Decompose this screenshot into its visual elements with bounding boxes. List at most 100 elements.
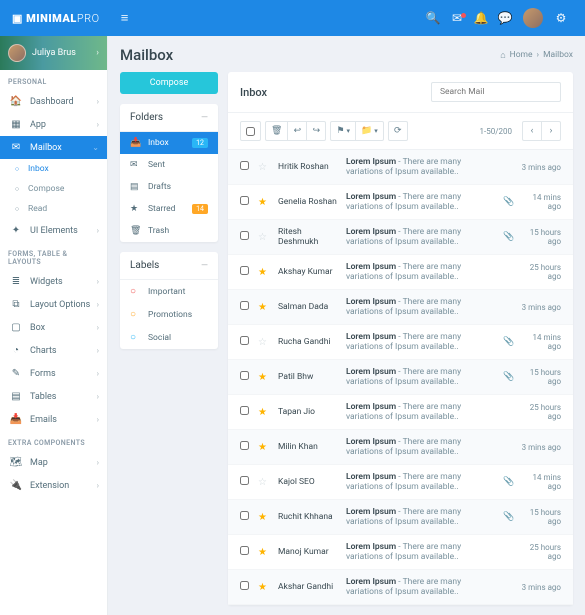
row-checkbox[interactable] xyxy=(240,266,250,278)
nav-layout-options[interactable]: ⧉Layout Options› xyxy=(0,293,107,316)
message-preview: Lorem Ipsum - There are many variations … xyxy=(346,367,495,387)
star-icon[interactable]: ☆ xyxy=(258,477,270,488)
collapse-icon[interactable]: — xyxy=(201,261,208,271)
refresh-icon: ⟳ xyxy=(394,126,402,136)
mail-row[interactable]: ☆Ritesh DeshmukhLorem Ipsum - There are … xyxy=(228,220,573,255)
caret-down-icon: ▾ xyxy=(347,127,351,135)
row-checkbox[interactable] xyxy=(240,476,250,488)
star-icon[interactable]: ★ xyxy=(258,547,270,558)
folder-sent[interactable]: ✉Sent xyxy=(120,154,218,176)
flag-menu[interactable]: ⚑▾ xyxy=(330,121,356,141)
nav-forms[interactable]: ✎Forms› xyxy=(0,362,107,385)
row-checkbox[interactable] xyxy=(240,546,250,558)
nav-charts[interactable]: ◔Charts› xyxy=(0,339,107,362)
trash-icon: 🗑 xyxy=(271,126,282,136)
nav-section-extra: EXTRA COMPONENTS xyxy=(0,431,107,451)
row-checkbox[interactable] xyxy=(240,336,250,348)
mail-row[interactable]: ★Milin KhanLorem Ipsum - There are many … xyxy=(228,430,573,465)
mail-row[interactable]: ☆Hritik RoshanLorem Ipsum - There are ma… xyxy=(228,150,573,185)
nav-ui-elements[interactable]: ✦UI Elements› xyxy=(0,219,107,242)
mail-row[interactable]: ★Patil BhwLorem Ipsum - There are many v… xyxy=(228,360,573,395)
folder-inbox[interactable]: 📥Inbox12 xyxy=(120,132,218,154)
star-icon[interactable]: ★ xyxy=(258,512,270,523)
folder-starred[interactable]: ★Starred14 xyxy=(120,198,218,220)
label-social[interactable]: ○Social xyxy=(120,326,218,349)
star-icon[interactable]: ★ xyxy=(258,582,270,593)
reply-button[interactable]: ↩ xyxy=(287,121,307,141)
mail-row[interactable]: ★Ruchit KhhanaLorem Ipsum - There are ma… xyxy=(228,500,573,535)
star-icon[interactable]: ☆ xyxy=(258,232,270,243)
user-avatar[interactable] xyxy=(523,8,543,28)
sender: Rucha Gandhi xyxy=(278,337,338,347)
label-promotions[interactable]: ○Promotions xyxy=(120,303,218,326)
star-icon[interactable]: ★ xyxy=(258,407,270,418)
folder-drafts[interactable]: ▤Drafts xyxy=(120,176,218,198)
page-info: 1-50/200 xyxy=(480,127,513,136)
star-icon[interactable]: ★ xyxy=(258,372,270,383)
sidebar-user[interactable]: Juliya Brus › xyxy=(0,36,107,70)
bell-icon[interactable]: 🔔 xyxy=(469,11,493,25)
chat-icon[interactable]: 💬 xyxy=(493,11,517,25)
compose-button[interactable]: Compose xyxy=(120,72,218,94)
mail-row[interactable]: ★Genelia RoshanLorem Ipsum - There are m… xyxy=(228,185,573,220)
search-input[interactable] xyxy=(431,82,561,102)
gauge-icon: 🏠 xyxy=(8,96,24,107)
star-icon[interactable]: ☆ xyxy=(258,337,270,348)
nav-mailbox-compose[interactable]: ○Compose xyxy=(0,179,107,199)
row-checkbox[interactable] xyxy=(240,196,250,208)
gear-icon[interactable]: ⚙ xyxy=(549,11,573,25)
mail-row[interactable]: ★Salman DadaLorem Ipsum - There are many… xyxy=(228,290,573,325)
star-icon[interactable]: ★ xyxy=(258,197,270,208)
nav-mailbox-inbox[interactable]: ○Inbox xyxy=(0,159,107,179)
nav-app[interactable]: ▦App› xyxy=(0,113,107,136)
forward-button[interactable]: ↪ xyxy=(306,121,326,141)
select-all-checkbox[interactable] xyxy=(240,121,261,141)
nav-emails[interactable]: 📥Emails› xyxy=(0,408,107,431)
nav-extension[interactable]: 🔌Extension› xyxy=(0,474,107,497)
brand-logo[interactable]: ▣ MINIMALPRO xyxy=(12,12,100,25)
mail-row[interactable]: ☆Kajol SEOLorem Ipsum - There are many v… xyxy=(228,465,573,500)
crumb-current: Mailbox xyxy=(543,50,573,60)
folders-panel: Folders— 📥Inbox12 ✉Sent ▤Drafts ★Starred… xyxy=(120,104,218,242)
nav-tables[interactable]: ▤Tables› xyxy=(0,385,107,408)
row-checkbox[interactable] xyxy=(240,371,250,383)
crumb-home[interactable]: Home xyxy=(510,50,533,60)
prev-page-button[interactable]: ‹ xyxy=(522,121,542,141)
row-checkbox[interactable] xyxy=(240,441,250,453)
label-important[interactable]: ○Important xyxy=(120,280,218,303)
row-checkbox[interactable] xyxy=(240,231,250,243)
home-icon[interactable]: ⌂ xyxy=(500,50,505,61)
next-page-button[interactable]: › xyxy=(541,121,561,141)
mail-row[interactable]: ★Akshar GandhiLorem Ipsum - There are ma… xyxy=(228,570,573,605)
menu-toggle-icon[interactable]: ≡ xyxy=(110,10,140,26)
star-icon[interactable]: ★ xyxy=(258,302,270,313)
mail-row[interactable]: ☆Rucha GandhiLorem Ipsum - There are man… xyxy=(228,325,573,360)
refresh-button[interactable]: ⟳ xyxy=(388,121,408,141)
row-checkbox[interactable] xyxy=(240,581,250,593)
row-checkbox[interactable] xyxy=(240,161,250,173)
star-icon[interactable]: ★ xyxy=(258,442,270,453)
search-icon[interactable]: 🔍 xyxy=(421,11,445,25)
mail-icon[interactable]: ✉ xyxy=(445,11,469,25)
row-checkbox[interactable] xyxy=(240,511,250,523)
nav-box[interactable]: ▢Box› xyxy=(0,316,107,339)
nav-dashboard[interactable]: 🏠Dashboard› xyxy=(0,90,107,113)
mail-row[interactable]: ★Tapan JioLorem Ipsum - There are many v… xyxy=(228,395,573,430)
folder-menu[interactable]: 📁▾ xyxy=(355,121,384,141)
mail-row[interactable]: ★Akshay KumarLorem Ipsum - There are man… xyxy=(228,255,573,290)
mail-row[interactable]: ★Manoj KumarLorem Ipsum - There are many… xyxy=(228,535,573,570)
nav-mailbox-read[interactable]: ○Read xyxy=(0,199,107,219)
row-checkbox[interactable] xyxy=(240,301,250,313)
nav-widgets[interactable]: ≣Widgets› xyxy=(0,270,107,293)
folder-trash[interactable]: 🗑Trash xyxy=(120,220,218,242)
delete-button[interactable]: 🗑 xyxy=(265,121,288,141)
nav-mailbox[interactable]: ✉Mailbox⌄ xyxy=(0,136,107,159)
nav-map[interactable]: 🗺Map› xyxy=(0,451,107,474)
star-icon: ★ xyxy=(130,204,144,214)
star-icon[interactable]: ☆ xyxy=(258,162,270,173)
collapse-icon[interactable]: — xyxy=(201,113,208,123)
row-checkbox[interactable] xyxy=(240,406,250,418)
star-icon[interactable]: ★ xyxy=(258,267,270,278)
grid-icon: ▦ xyxy=(8,119,24,130)
timestamp: 14 mins ago xyxy=(521,333,561,351)
